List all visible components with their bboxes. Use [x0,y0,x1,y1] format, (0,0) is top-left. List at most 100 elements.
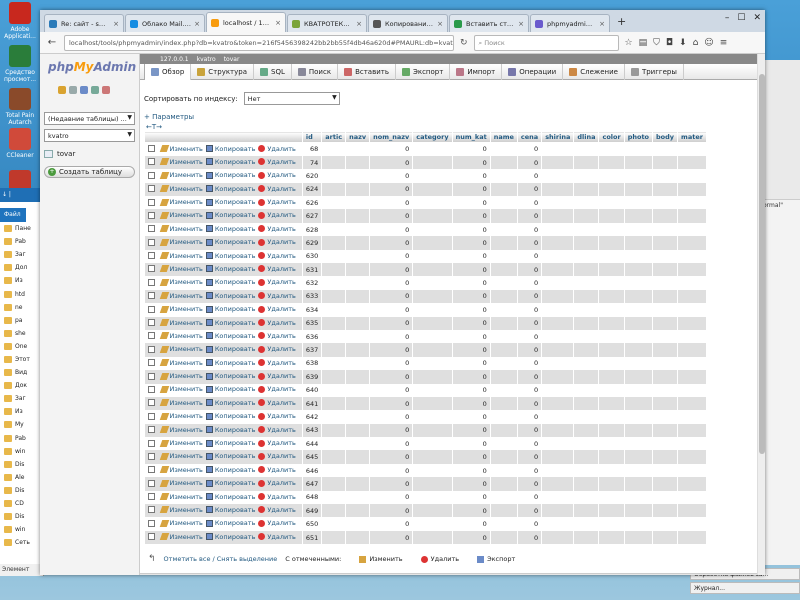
explorer-tree-item[interactable]: Из [0,274,43,287]
cell-num_kat[interactable]: 0 [452,530,491,545]
copy-row-button[interactable]: Копировать [205,506,255,514]
cell-nom_nazv[interactable]: 0 [369,236,414,250]
cell-shirina[interactable] [541,410,575,424]
cell-id[interactable]: 631 [302,263,323,277]
cell-color[interactable] [598,423,625,438]
cell-id[interactable]: 635 [302,316,323,330]
cell-nom_nazv[interactable]: 0 [369,410,414,424]
cell-category[interactable] [412,437,453,451]
edit-row-button[interactable]: Изменить [159,519,203,527]
edit-row-button[interactable]: Изменить [159,252,203,260]
cell-artic[interactable] [321,450,347,464]
cell-color[interactable] [598,142,625,156]
row-checkbox[interactable] [147,185,155,193]
cell-color[interactable] [598,222,625,237]
cell-id[interactable]: 74 [302,155,323,170]
background-window-right[interactable]: ormal" [760,60,800,565]
cell-cena[interactable]: 0 [517,182,543,197]
cell-id[interactable]: 647 [302,477,323,491]
cell-color[interactable] [598,450,625,464]
cell-artic[interactable] [321,209,347,223]
cell-category[interactable] [412,463,453,478]
cell-photo[interactable] [624,182,654,197]
cell-shirina[interactable] [541,463,575,478]
cell-dlina[interactable] [573,383,600,397]
cell-body[interactable] [652,450,679,464]
cell-name[interactable] [490,303,518,317]
cell-color[interactable] [598,236,625,250]
cell-category[interactable] [412,530,453,545]
cell-photo[interactable] [624,356,654,371]
edit-row-button[interactable]: Изменить [159,426,203,434]
desktop-icon[interactable]: Adobe Applicati... [2,2,38,40]
cell-dlina[interactable] [573,530,600,545]
cell-photo[interactable] [624,222,654,237]
delete-row-button[interactable]: Удалить [258,238,296,246]
cell-photo[interactable] [624,396,654,411]
explorer-tree-item[interactable]: Dis [0,484,43,497]
cell-artic[interactable] [321,142,347,156]
cell-nom_nazv[interactable]: 0 [369,343,414,357]
copy-row-button[interactable]: Копировать [205,399,255,407]
row-checkbox[interactable] [147,171,155,179]
cell-id[interactable]: 68 [302,142,323,156]
explorer-tree-item[interactable]: My [0,418,43,431]
cell-category[interactable] [412,182,453,197]
cell-nazv[interactable] [345,423,371,438]
cell-cena[interactable]: 0 [517,490,543,505]
cell-dlina[interactable] [573,222,600,237]
cell-num_kat[interactable]: 0 [452,182,491,197]
explorer-tree-item[interactable]: Заг [0,248,43,261]
cell-photo[interactable] [624,410,654,424]
cell-dlina[interactable] [573,303,600,317]
delete-row-button[interactable]: Удалить [258,479,296,487]
cell-nom_nazv[interactable]: 0 [369,423,414,438]
breadcrumb-server[interactable]: 127.0.0.1 [160,56,189,63]
cell-nazv[interactable] [345,504,371,518]
cell-id[interactable]: 650 [302,517,323,531]
reload-icon[interactable]: ↻ [460,38,468,48]
edit-row-button[interactable]: Изменить [159,412,203,420]
cell-num_kat[interactable]: 0 [452,276,491,290]
copy-row-button[interactable]: Копировать [205,533,255,541]
cell-mater[interactable] [677,276,707,290]
edit-row-button[interactable]: Изменить [159,185,203,193]
cell-photo[interactable] [624,236,654,250]
cell-category[interactable] [412,263,453,277]
explorer-tree-item[interactable]: Сеть [0,536,43,549]
cell-nom_nazv[interactable]: 0 [369,450,414,464]
cell-color[interactable] [598,490,625,505]
row-checkbox[interactable] [147,319,155,327]
row-checkbox[interactable] [147,158,155,166]
delete-row-button[interactable]: Удалить [258,385,296,393]
cell-cena[interactable]: 0 [517,437,543,451]
cell-color[interactable] [598,263,625,277]
logout-icon[interactable] [69,86,77,94]
edit-row-button[interactable]: Изменить [159,211,203,219]
cell-color[interactable] [598,182,625,197]
cell-id[interactable]: 637 [302,343,323,357]
edit-row-button[interactable]: Изменить [159,452,203,460]
cell-color[interactable] [598,329,625,344]
cell-cena[interactable]: 0 [517,410,543,424]
edit-row-button[interactable]: Изменить [159,372,203,380]
edit-row-button[interactable]: Изменить [159,359,203,367]
cell-body[interactable] [652,343,679,357]
vertical-scrollbar[interactable] [757,54,765,575]
menu-icon[interactable]: ≡ [720,38,728,48]
cell-id[interactable]: 642 [302,410,323,424]
cell-category[interactable] [412,276,453,290]
cell-cena[interactable]: 0 [517,517,543,531]
cell-shirina[interactable] [541,517,575,531]
cell-nom_nazv[interactable]: 0 [369,356,414,371]
cell-category[interactable] [412,423,453,438]
row-checkbox[interactable] [147,211,155,219]
copy-row-button[interactable]: Копировать [205,265,255,273]
cell-color[interactable] [598,169,625,183]
cell-id[interactable]: 643 [302,423,323,438]
cell-name[interactable] [490,343,518,357]
cell-cena[interactable]: 0 [517,396,543,411]
column-header[interactable]: cena [516,131,543,143]
copy-row-button[interactable]: Копировать [205,372,255,380]
cell-num_kat[interactable]: 0 [452,263,491,277]
